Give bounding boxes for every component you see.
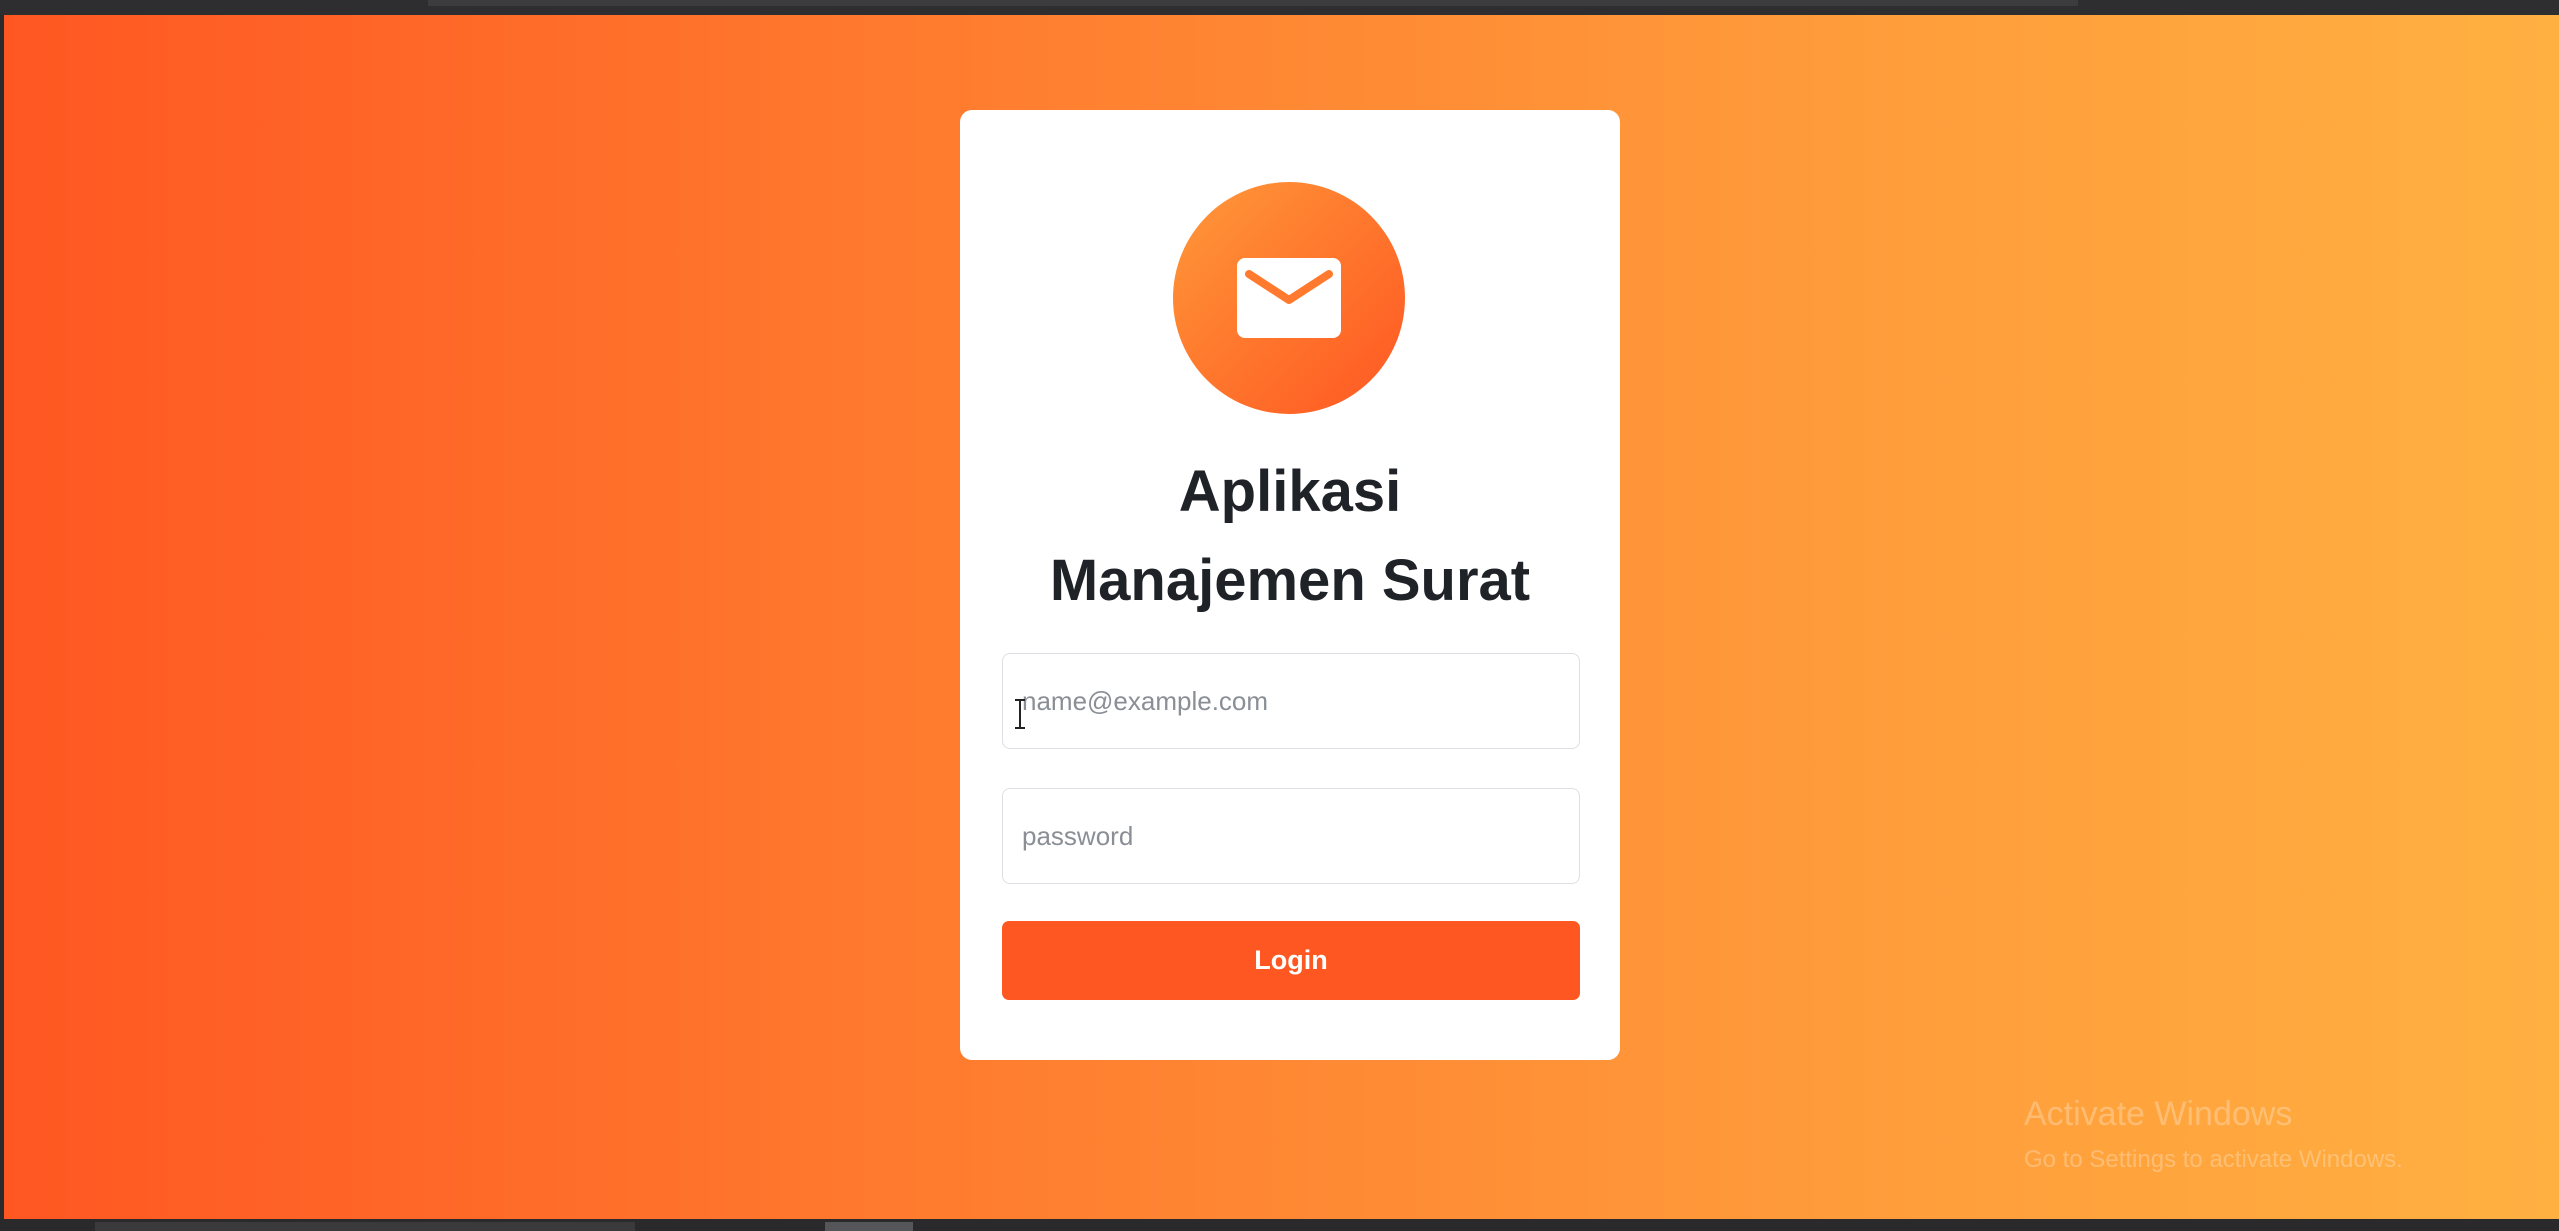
window-bottom-bar	[0, 1219, 2559, 1231]
email-field[interactable]	[1002, 653, 1580, 749]
page-background: Aplikasi Manajemen Surat Login Activate …	[4, 15, 2559, 1219]
app-logo	[1173, 182, 1405, 414]
bottom-bar-segment-active	[825, 1222, 913, 1231]
window-top-strip	[428, 0, 2078, 6]
envelope-icon	[1237, 258, 1341, 338]
text-cursor-icon	[1015, 699, 1025, 729]
login-card: Aplikasi Manajemen Surat Login	[960, 110, 1620, 1060]
activate-windows-watermark: Activate Windows Go to Settings to activ…	[2024, 1095, 2403, 1174]
password-field[interactable]	[1002, 788, 1580, 884]
window-top-bar	[0, 0, 2559, 15]
page-title-line2: Manajemen Surat	[1049, 548, 1531, 613]
bottom-bar-segment	[95, 1222, 635, 1231]
watermark-subtitle: Go to Settings to activate Windows.	[2024, 1146, 2403, 1173]
page-title-line1: Aplikasi	[1178, 459, 1402, 524]
watermark-title: Activate Windows	[2024, 1095, 2293, 1133]
login-button[interactable]: Login	[1002, 921, 1580, 1000]
